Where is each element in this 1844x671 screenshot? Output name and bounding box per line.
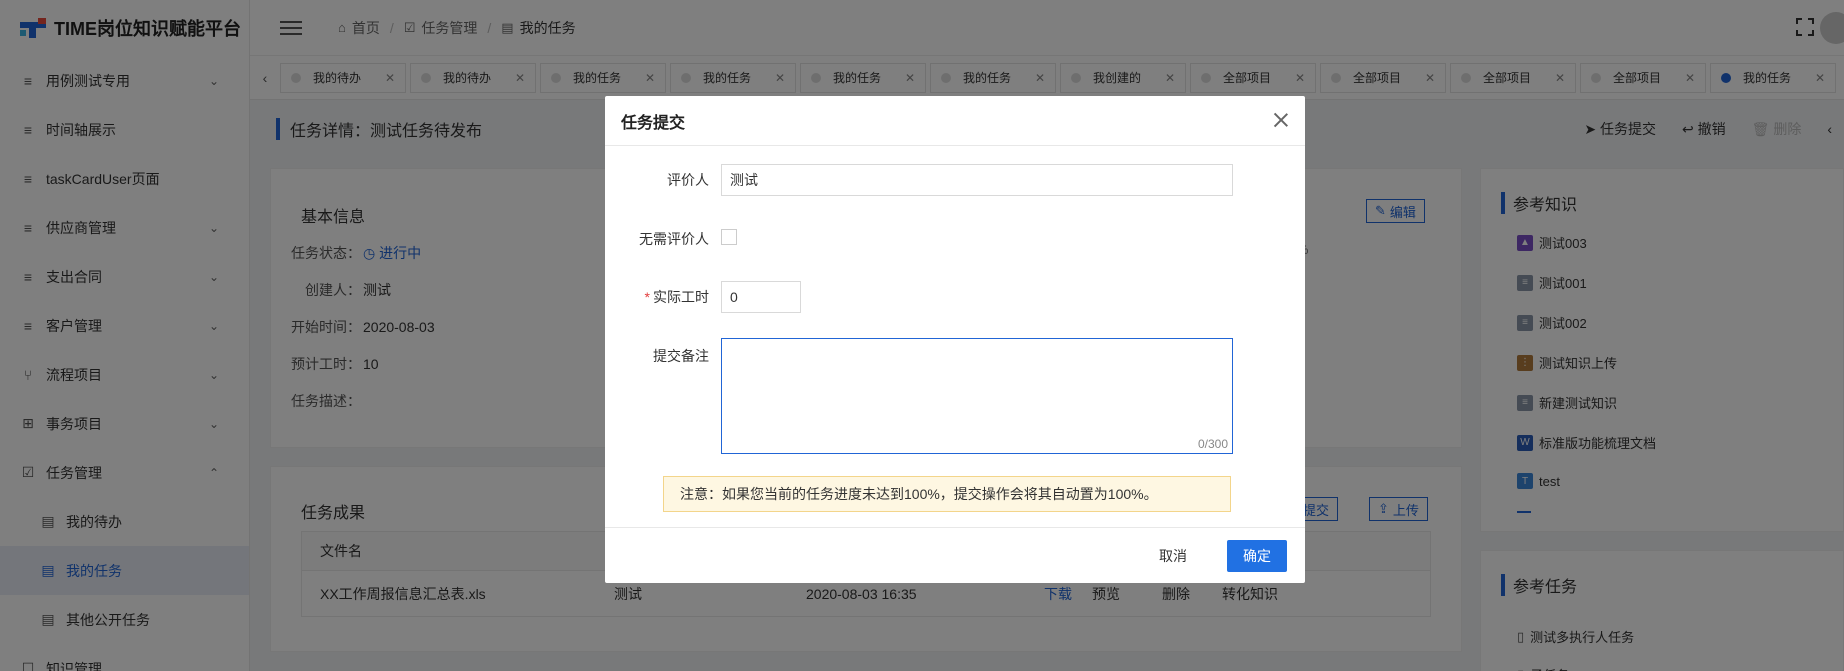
no-reviewer-checkbox[interactable] bbox=[721, 229, 737, 245]
close-icon[interactable] bbox=[1271, 110, 1291, 130]
actual-hours-label: * 实际工时 bbox=[644, 289, 709, 305]
no-reviewer-label: 无需评价人 bbox=[639, 231, 709, 247]
confirm-button[interactable]: 确定 bbox=[1227, 540, 1287, 572]
dialog-title: 任务提交 bbox=[621, 114, 686, 132]
task-submit-dialog: 任务提交 评价人 无需评价人 *实际工时 提交备注 0/300 注意：如果您当前… bbox=[605, 96, 1305, 583]
remark-label: 提交备注 bbox=[653, 348, 709, 364]
dialog-header: 任务提交 bbox=[605, 96, 1305, 146]
reviewer-label: 评价人 bbox=[667, 172, 709, 188]
dialog-footer: 取消 确定 bbox=[605, 527, 1305, 583]
cancel-button[interactable]: 取消 bbox=[1143, 540, 1203, 572]
reviewer-input[interactable] bbox=[721, 164, 1233, 196]
actual-hours-input[interactable] bbox=[721, 281, 801, 313]
remark-textarea[interactable]: 0/300 bbox=[721, 338, 1233, 454]
notice-banner: 注意：如果您当前的任务进度未达到100%，提交操作会将其自动置为100%。 bbox=[663, 476, 1231, 512]
remark-char-count: 0/300 bbox=[1197, 437, 1228, 451]
